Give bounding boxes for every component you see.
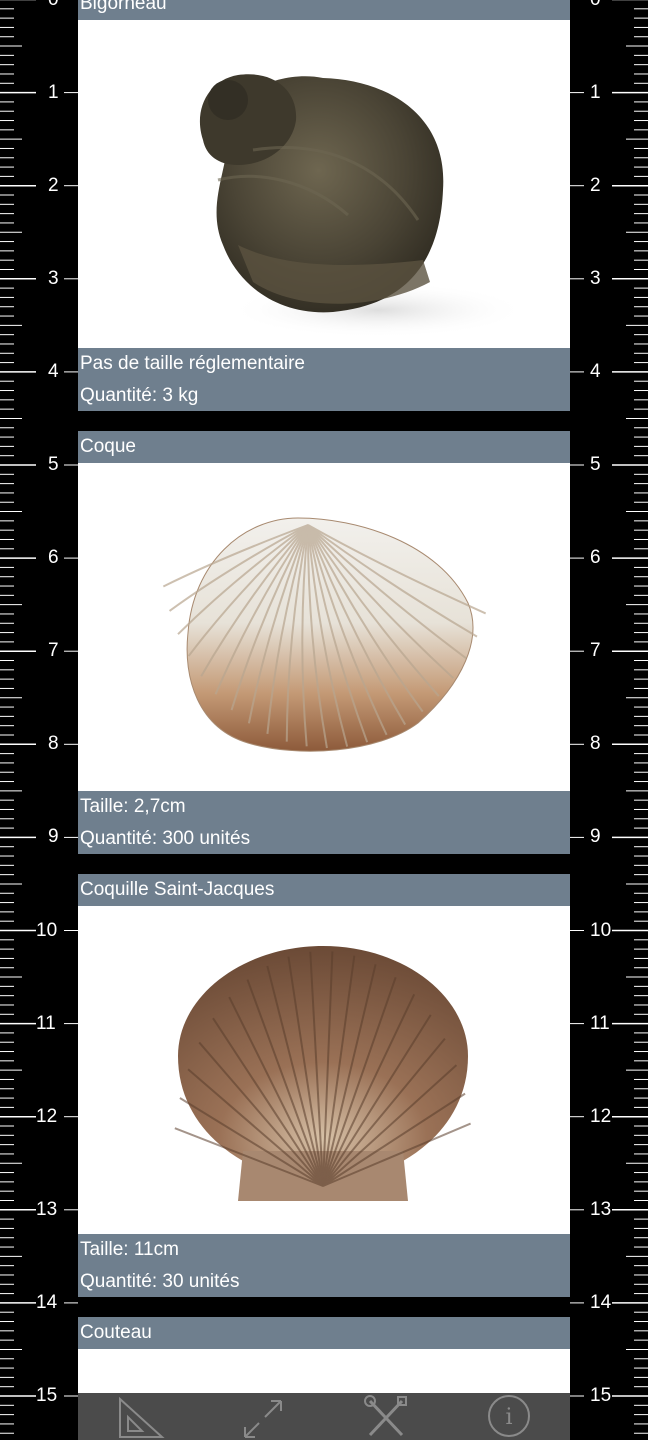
info-icon[interactable]: i	[479, 1393, 539, 1440]
ruler-label: 15	[36, 1385, 58, 1406]
ruler-label: 7	[590, 640, 601, 662]
item-info: Taille: 2,7cm Quantité: 300 unités	[78, 791, 570, 854]
ruler-label: 2	[590, 174, 601, 196]
ruler-label: 6	[590, 547, 601, 569]
item-title: Bigorneau	[78, 0, 570, 20]
ruler-label: 6	[48, 547, 59, 569]
ruler-label: 8	[48, 733, 59, 755]
ruler-label: 1	[590, 81, 601, 103]
ruler-label: 13	[36, 1198, 58, 1220]
item-size: Taille: 2,7cm	[80, 796, 186, 817]
item-quantity: Quantité: 3 kg	[80, 384, 199, 406]
ruler-label: 4	[48, 360, 59, 382]
ruler-label: 4	[590, 360, 601, 382]
ruler-label: 5	[590, 454, 601, 475]
list-item-bigorneau[interactable]: Bigorneau Pas de taille réglementaire Qu…	[78, 0, 570, 411]
ruler-label: 5	[48, 454, 59, 475]
right-ruler: 0123456789101112131415	[570, 0, 648, 1440]
item-quantity: Quantité: 300 unités	[80, 827, 251, 849]
bottom-toolbar: i	[78, 1393, 570, 1440]
ruler-label: 11	[36, 1012, 56, 1034]
list-item-coquille-saint-jacques[interactable]: Coquille Saint-Jacques Taille: 11cm Quan…	[78, 874, 570, 1297]
item-size: Taille: 11cm	[80, 1239, 179, 1260]
ruler-label: 11	[590, 1012, 610, 1034]
shellfish-list[interactable]: Bigorneau Pas de taille réglementaire Qu…	[78, 0, 570, 1429]
item-info: Pas de taille réglementaire Quantité: 3 …	[78, 348, 570, 411]
ruler-label: 15	[590, 1385, 612, 1406]
ruler-label: 0	[48, 0, 59, 10]
ruler-label: 9	[590, 826, 601, 848]
ruler-label: 0	[590, 0, 601, 10]
ruler-label: 14	[36, 1291, 58, 1313]
left-ruler: 0123456789101112131415	[0, 0, 78, 1440]
svg-text:i: i	[505, 1405, 512, 1430]
ruler-label: 14	[590, 1291, 612, 1313]
item-title: Couteau	[78, 1317, 570, 1349]
ruler-label: 10	[36, 919, 58, 941]
item-title: Coquille Saint-Jacques	[78, 874, 570, 906]
ruler-label: 12	[36, 1105, 58, 1127]
ruler-label: 8	[590, 733, 601, 755]
ruler-label: 2	[48, 174, 59, 196]
ruler-label: 7	[48, 640, 59, 662]
ruler-label: 3	[48, 267, 59, 289]
right-ruler-ticks	[570, 0, 648, 1434]
item-info: Taille: 11cm Quantité: 30 unités	[78, 1234, 570, 1297]
item-size: Pas de taille réglementaire	[80, 353, 305, 374]
ruler-label: 9	[48, 826, 59, 848]
item-quantity: Quantité: 30 unités	[80, 1270, 240, 1292]
ruler-label: 10	[590, 919, 612, 941]
item-title: Coque	[78, 431, 570, 463]
ruler-label: 12	[590, 1105, 612, 1127]
left-ruler-ticks	[0, 0, 78, 1434]
ruler-label: 1	[48, 81, 59, 103]
tools-icon[interactable]	[356, 1393, 416, 1440]
ruler-label: 3	[590, 267, 601, 289]
cockle-image	[78, 463, 570, 791]
periwinkle-image	[78, 20, 570, 348]
set-square-icon[interactable]	[110, 1393, 170, 1440]
list-item-coque[interactable]: Coque Taille: 2,7cm Quantité: 300 unités	[78, 431, 570, 854]
scallop-image	[78, 906, 570, 1234]
ruler-label: 13	[590, 1198, 612, 1220]
resize-arrows-icon[interactable]	[233, 1393, 293, 1440]
